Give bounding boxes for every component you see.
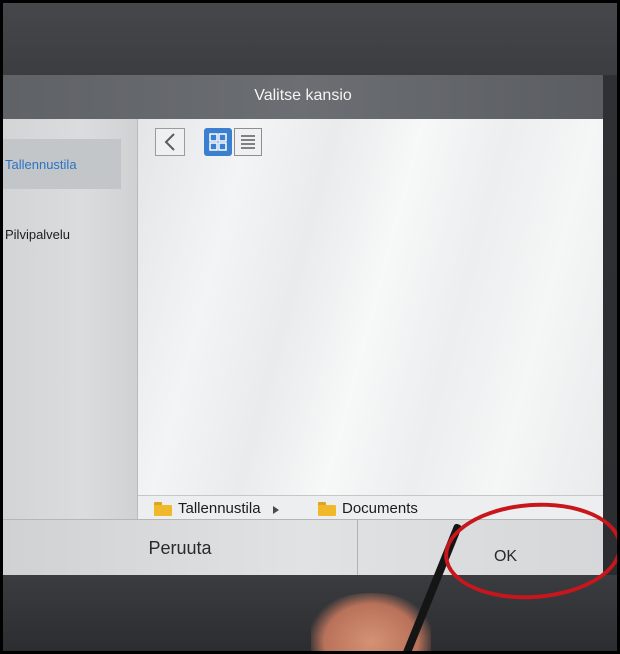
dialog-title: Valitse kansio <box>254 87 352 104</box>
breadcrumb-item-documents[interactable]: Documents <box>318 500 418 517</box>
breadcrumb-item-tallennustila[interactable]: Tallennustila <box>154 500 261 517</box>
breadcrumb-label: Documents <box>342 500 418 517</box>
screen-background-top <box>3 3 617 75</box>
cancel-button[interactable]: Peruuta <box>3 520 357 576</box>
grid-view-icon <box>209 133 227 151</box>
folder-picker-dialog: Valitse kansio Tallennustila Pilvipalvel… <box>3 75 603 576</box>
sidebar-item-tallennustila[interactable]: Tallennustila <box>3 139 121 189</box>
chevron-left-icon <box>164 133 175 151</box>
photo-frame: Valitse kansio Tallennustila Pilvipalvel… <box>0 0 620 654</box>
grid-view-button[interactable] <box>204 128 232 156</box>
back-button[interactable] <box>155 128 185 156</box>
dialog-header: Valitse kansio <box>3 75 603 119</box>
sidebar-item-pilvipalvelu[interactable]: Pilvipalvelu <box>3 209 121 259</box>
list-view-icon <box>241 135 255 149</box>
folder-icon <box>154 501 172 516</box>
storage-sidebar: Tallennustila Pilvipalvelu <box>3 119 138 519</box>
breadcrumb-label: Tallennustila <box>178 500 261 517</box>
list-view-button[interactable] <box>234 128 262 156</box>
folder-content-area[interactable]: Tallennustila Documents <box>138 119 603 522</box>
folder-icon <box>318 501 336 516</box>
caret-right-icon <box>273 506 279 514</box>
